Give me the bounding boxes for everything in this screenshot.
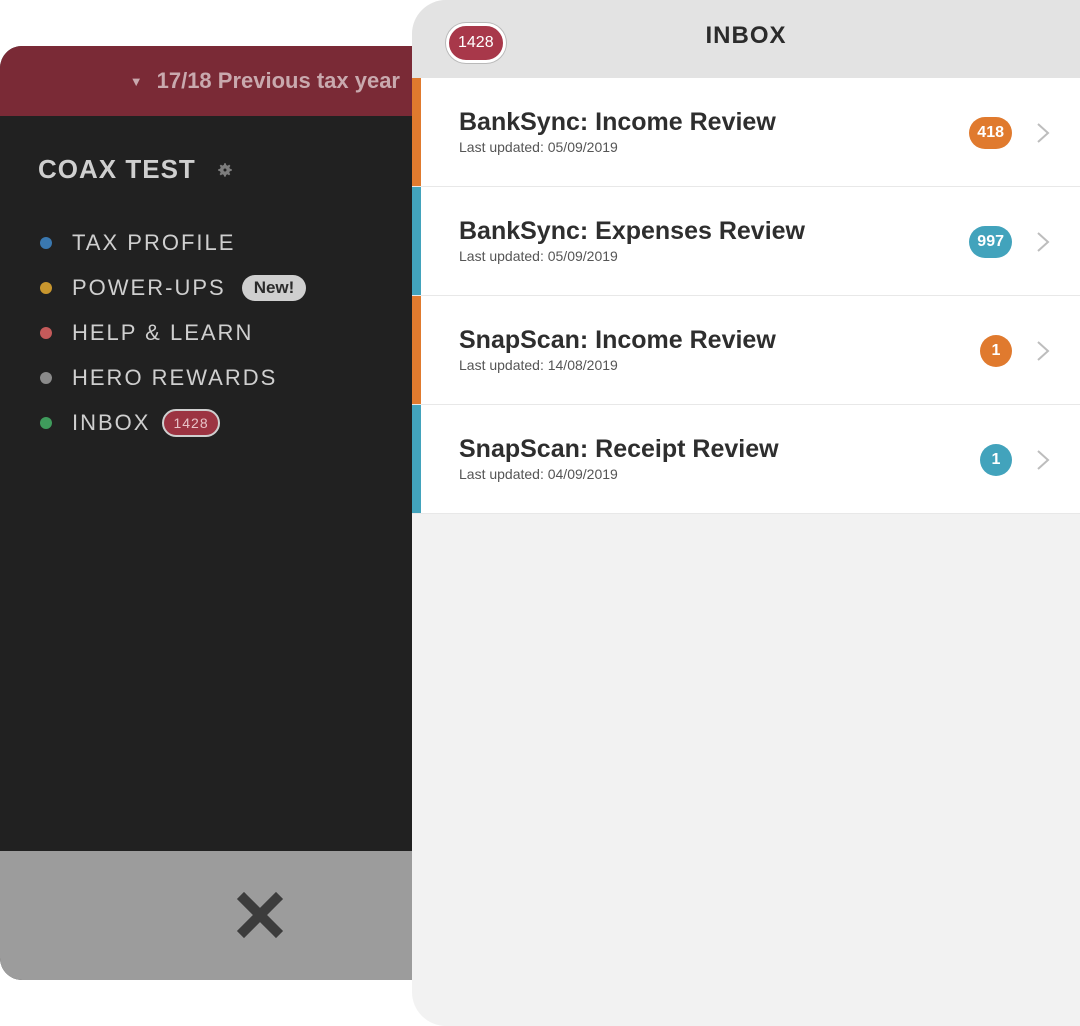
sidebar-item-tax-profile[interactable]: TAX PROFILE bbox=[40, 220, 306, 265]
inbox-item[interactable]: BankSync: Income Review Last updated: 05… bbox=[412, 78, 1080, 187]
sidebar-item-label: INBOX bbox=[72, 409, 151, 435]
page-title: INBOX bbox=[705, 22, 787, 49]
status-dot bbox=[40, 371, 52, 384]
inbox-header: 1428 INBOX bbox=[412, 0, 1080, 78]
status-dot bbox=[40, 281, 52, 294]
chevron-right-icon bbox=[1037, 232, 1050, 252]
inbox-item[interactable]: SnapScan: Receipt Review Last updated: 0… bbox=[412, 405, 1080, 514]
gear-icon[interactable] bbox=[216, 161, 234, 179]
sidebar-item-label: POWER-UPS bbox=[72, 274, 226, 300]
tax-year-label: 17/18 Previous tax year bbox=[156, 68, 400, 93]
chevron-right-icon bbox=[1037, 123, 1050, 143]
close-icon[interactable] bbox=[236, 891, 284, 939]
sidebar-item-power-ups[interactable]: POWER-UPS New! bbox=[40, 265, 307, 310]
account-header: COAX TEST bbox=[38, 154, 234, 185]
sidebar-item-label: HERO REWARDS bbox=[72, 364, 278, 390]
new-badge: New! bbox=[241, 274, 307, 301]
inbox-item-title: SnapScan: Income Review bbox=[459, 326, 776, 354]
status-dot bbox=[40, 326, 52, 339]
tax-year-selector[interactable]: ▼ 17/18 Previous tax year bbox=[130, 46, 400, 116]
close-bar bbox=[0, 851, 440, 980]
accent-stripe bbox=[412, 405, 421, 513]
inbox-item-count-badge: 418 bbox=[969, 117, 1012, 149]
sidebar-nav: TAX PROFILE POWER-UPS New! HELP & LEARN … bbox=[40, 220, 307, 445]
inbox-item-updated: Last updated: 05/09/2019 bbox=[459, 139, 618, 155]
sidebar-item-help-learn[interactable]: HELP & LEARN bbox=[40, 310, 306, 355]
inbox-count-badge: 1428 bbox=[162, 408, 220, 437]
accent-stripe bbox=[412, 296, 421, 404]
status-dot bbox=[40, 236, 52, 249]
account-name: COAX TEST bbox=[38, 154, 196, 184]
sidebar-menu: ▼ 17/18 Previous tax year COAX TEST TAX … bbox=[0, 46, 440, 980]
tax-year-bar: ▼ 17/18 Previous tax year bbox=[0, 46, 440, 116]
sidebar-item-inbox[interactable]: INBOX 1428 bbox=[40, 400, 306, 445]
inbox-item-count-badge: 1 bbox=[980, 335, 1012, 367]
status-dot bbox=[40, 416, 52, 429]
inbox-item-title: SnapScan: Receipt Review bbox=[459, 435, 779, 463]
inbox-item-updated: Last updated: 04/09/2019 bbox=[459, 466, 618, 482]
sidebar-item-hero-rewards[interactable]: HERO REWARDS bbox=[40, 355, 306, 400]
inbox-item-updated: Last updated: 05/09/2019 bbox=[459, 248, 618, 264]
inbox-item[interactable]: BankSync: Expenses Review Last updated: … bbox=[412, 187, 1080, 296]
chevron-right-icon bbox=[1037, 450, 1050, 470]
inbox-item-title: BankSync: Income Review bbox=[459, 108, 776, 136]
accent-stripe bbox=[412, 187, 421, 295]
inbox-list: BankSync: Income Review Last updated: 05… bbox=[412, 78, 1080, 514]
inbox-item-count-badge: 1 bbox=[980, 444, 1012, 476]
sidebar-item-label: TAX PROFILE bbox=[72, 229, 236, 255]
accent-stripe bbox=[412, 78, 421, 186]
inbox-item[interactable]: SnapScan: Income Review Last updated: 14… bbox=[412, 296, 1080, 405]
inbox-panel: 1428 INBOX BankSync: Income Review Last … bbox=[412, 0, 1080, 1026]
inbox-item-count-badge: 997 bbox=[969, 226, 1012, 258]
inbox-item-updated: Last updated: 14/08/2019 bbox=[459, 357, 618, 373]
inbox-item-title: BankSync: Expenses Review bbox=[459, 217, 805, 245]
caret-down-icon: ▼ bbox=[129, 73, 143, 89]
chevron-right-icon bbox=[1037, 341, 1050, 361]
sidebar-item-label: HELP & LEARN bbox=[72, 319, 254, 345]
app-screen: ▼ 17/18 Previous tax year COAX TEST TAX … bbox=[0, 0, 1080, 1026]
